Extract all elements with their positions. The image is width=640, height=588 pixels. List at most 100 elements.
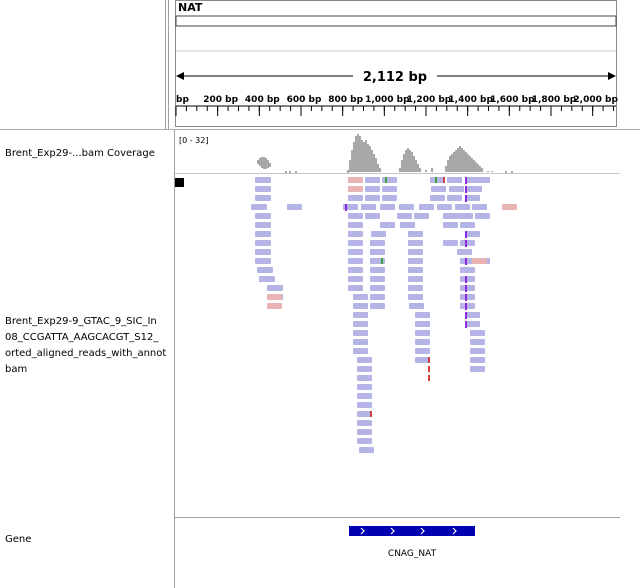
read[interactable] [399,204,414,210]
read[interactable] [455,204,470,210]
read[interactable] [353,339,368,345]
read[interactable] [408,285,423,291]
read[interactable] [255,177,271,183]
read[interactable] [414,213,429,219]
read[interactable] [353,330,368,336]
read[interactable] [415,321,430,327]
read[interactable] [472,204,487,210]
read[interactable] [470,348,485,354]
read[interactable] [408,294,423,300]
read[interactable] [470,357,485,363]
read[interactable] [465,195,480,201]
read[interactable] [460,294,475,300]
read[interactable] [348,285,363,291]
read[interactable] [357,384,372,390]
read[interactable] [348,249,363,255]
read[interactable] [348,195,363,201]
read[interactable] [257,267,273,273]
read[interactable] [430,195,445,201]
read[interactable] [357,429,372,435]
read[interactable] [287,204,302,210]
read[interactable] [431,186,446,192]
alignment-track-name[interactable]: Brent_Exp29-9_GTAC_9_SIC_In 08_CCGATTA_A… [5,314,170,378]
read[interactable] [460,303,475,309]
read[interactable] [371,231,386,237]
read[interactable] [465,312,480,318]
read[interactable] [382,177,397,183]
read[interactable] [365,186,380,192]
read[interactable] [348,258,363,264]
read[interactable] [357,357,372,363]
read[interactable] [357,438,372,444]
read[interactable] [415,339,430,345]
read[interactable] [415,330,430,336]
read[interactable] [408,276,423,282]
read[interactable] [447,195,462,201]
read[interactable] [348,177,363,183]
read[interactable] [267,285,283,291]
read[interactable] [370,303,385,309]
read[interactable] [460,276,475,282]
read[interactable] [348,186,363,192]
read[interactable] [472,258,487,264]
read[interactable] [465,231,480,237]
read[interactable] [357,420,372,426]
read[interactable] [370,240,385,246]
read[interactable] [447,177,462,183]
coverage-track[interactable] [257,134,513,173]
read[interactable] [443,222,458,228]
read[interactable] [380,222,395,228]
read[interactable] [415,312,430,318]
read[interactable] [357,366,372,372]
read[interactable] [467,186,482,192]
read[interactable] [255,213,271,219]
read[interactable] [408,249,423,255]
read[interactable] [502,204,517,210]
read[interactable] [365,195,380,201]
read[interactable] [460,222,475,228]
ruler[interactable]: 2,112 bp bp 200 bp 400 bp 600 bp 800 bp 1,000… [175,0,620,128]
gene-track[interactable]: CNAG_NAT [349,526,475,559]
read[interactable] [470,339,485,345]
read[interactable] [353,312,368,318]
read[interactable] [470,330,485,336]
read[interactable] [397,213,412,219]
read[interactable] [267,294,282,300]
read[interactable] [382,195,397,201]
read[interactable] [348,276,363,282]
read[interactable] [437,204,452,210]
read[interactable] [460,267,475,273]
read[interactable] [359,447,374,453]
read[interactable] [460,285,475,291]
read[interactable] [361,204,376,210]
read[interactable] [419,204,434,210]
read[interactable] [251,204,267,210]
read[interactable] [255,186,271,192]
read[interactable] [353,321,368,327]
read[interactable] [408,240,423,246]
read[interactable] [443,240,458,246]
read[interactable] [259,276,275,282]
read[interactable] [365,213,380,219]
read[interactable] [353,348,368,354]
read[interactable] [443,213,458,219]
read[interactable] [380,204,395,210]
read[interactable] [370,267,385,273]
read[interactable] [353,294,368,300]
read[interactable] [400,222,415,228]
read[interactable] [348,222,363,228]
read[interactable] [457,249,472,255]
read[interactable] [415,348,430,354]
read[interactable] [370,276,385,282]
read[interactable] [408,231,423,237]
read[interactable] [357,402,372,408]
read[interactable] [370,249,385,255]
data-panel[interactable]: [0 - 32] CNAG_NAT [175,130,620,588]
coverage-track-name[interactable]: Brent_Exp29-...bam Coverage [5,146,155,162]
read[interactable] [475,177,490,183]
read[interactable] [382,186,397,192]
read[interactable] [449,186,464,192]
read[interactable] [430,177,445,183]
read[interactable] [255,258,271,264]
read[interactable] [348,240,363,246]
